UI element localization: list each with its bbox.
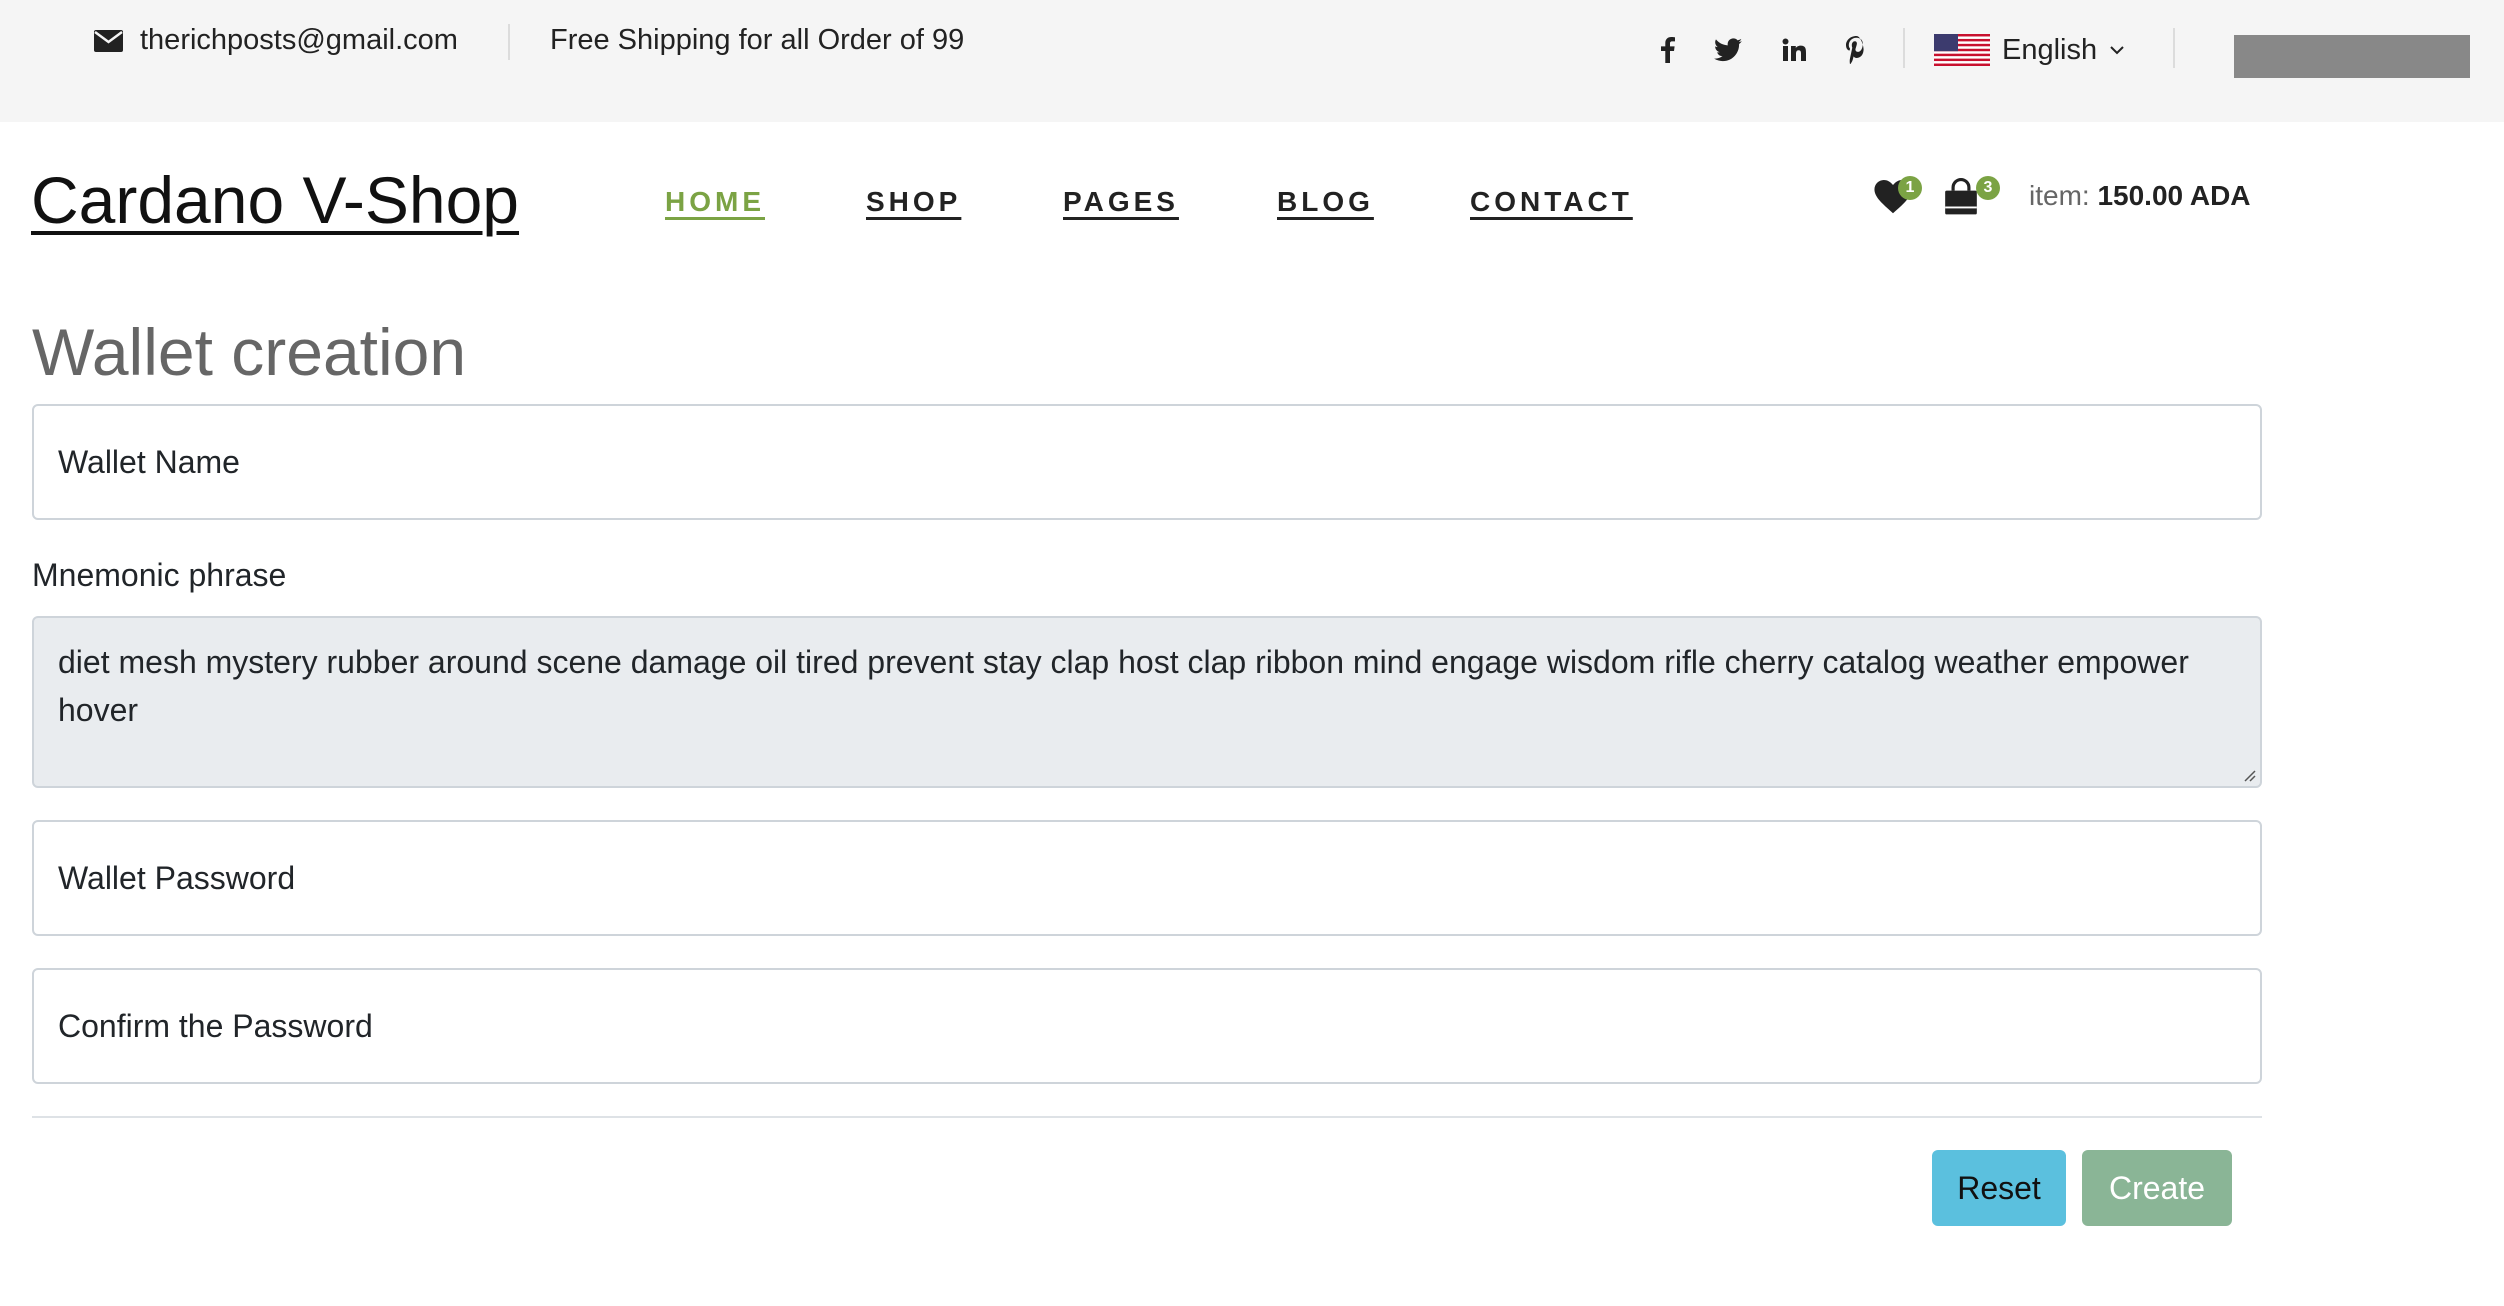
divider — [2173, 28, 2175, 68]
nav-shop[interactable]: SHOP — [866, 186, 961, 218]
confirm-password-input[interactable] — [32, 968, 2262, 1084]
cart-count-badge: 3 — [1976, 176, 2000, 200]
shipping-notice: Free Shipping for all Order of 99 — [550, 24, 965, 56]
cart-button[interactable]: 3 — [1942, 174, 2006, 216]
wishlist-button[interactable]: 1 — [1874, 176, 1938, 216]
pinterest-icon[interactable] — [1840, 34, 1872, 66]
wishlist-count-badge: 1 — [1898, 176, 1922, 200]
mnemonic-textarea[interactable]: diet mesh mystery rubber around scene da… — [32, 616, 2262, 788]
mnemonic-label: Mnemonic phrase — [32, 557, 287, 593]
contact-email: therichposts@gmail.com — [140, 24, 458, 56]
reset-button[interactable]: Reset — [1932, 1150, 2066, 1226]
form-divider — [32, 1116, 2262, 1118]
divider — [1903, 28, 1905, 68]
top-bar: therichposts@gmail.com Free Shipping for… — [0, 0, 2504, 122]
nav-home[interactable]: HOME — [665, 186, 765, 218]
nav-pages[interactable]: PAGES — [1063, 186, 1179, 218]
shopping-bag-icon — [1945, 178, 1977, 215]
account-placeholder — [2234, 35, 2470, 78]
language-selector[interactable]: English — [1934, 30, 2125, 70]
resize-handle-icon[interactable] — [2240, 766, 2256, 782]
twitter-icon[interactable] — [1712, 34, 1744, 66]
cart-label: item: — [2029, 180, 2090, 211]
page-title: Wallet creation — [32, 315, 467, 389]
chevron-down-icon — [2110, 46, 2124, 55]
site-logo[interactable]: Cardano V-Shop — [31, 162, 519, 238]
nav-contact[interactable]: CONTACT — [1470, 186, 1633, 218]
linkedin-icon[interactable] — [1778, 34, 1810, 66]
nav-blog[interactable]: BLOG — [1277, 186, 1374, 218]
facebook-icon[interactable] — [1652, 34, 1684, 66]
create-button[interactable]: Create — [2082, 1150, 2232, 1226]
us-flag-icon — [1934, 34, 1990, 66]
wallet-password-input[interactable] — [32, 820, 2262, 936]
wallet-name-input[interactable] — [32, 404, 2262, 520]
divider — [508, 24, 510, 60]
envelope-icon — [94, 30, 123, 52]
cart-total: 150.00 ADA — [2097, 180, 2251, 211]
cart-summary[interactable]: item: 150.00 ADA — [2029, 180, 2251, 212]
language-label: English — [2002, 33, 2098, 66]
